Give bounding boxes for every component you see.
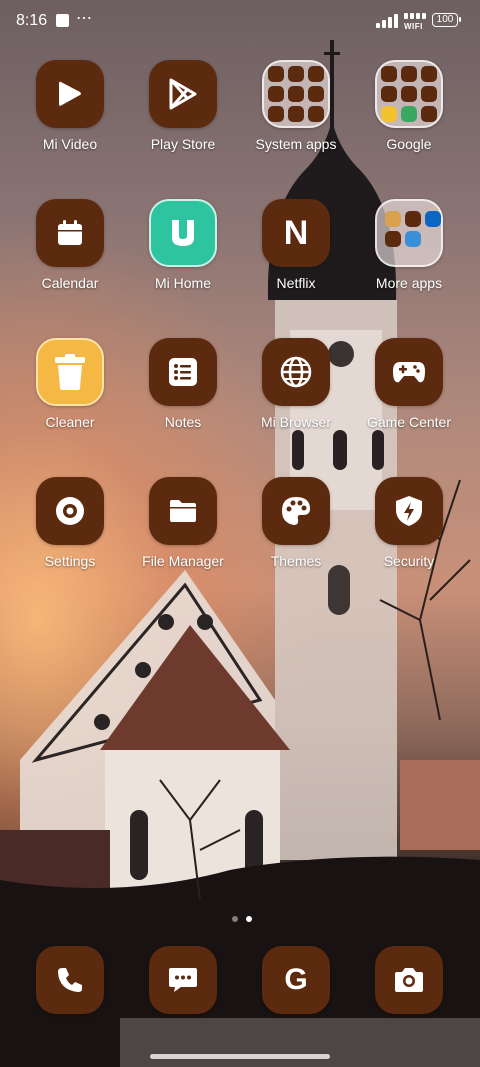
app-label: Mi Browser (260, 414, 331, 430)
folder-system-apps[interactable]: System apps (240, 60, 352, 152)
app-label: Netflix (276, 275, 316, 291)
page-indicator (228, 909, 256, 927)
google-glyph: G (284, 963, 308, 996)
gmail-mini-icon (401, 66, 417, 82)
app-label: Settings (44, 553, 96, 569)
music-mini-icon (421, 86, 437, 102)
app-notes[interactable]: Notes (127, 338, 239, 430)
app-settings[interactable]: Settings (14, 477, 126, 569)
app-security[interactable]: Security (353, 477, 465, 569)
folder-icon-more-apps (375, 199, 443, 267)
app-label: Mi Home (154, 275, 211, 291)
battery-icon: 100 (432, 13, 461, 27)
play-store-icon (149, 60, 217, 128)
app-netflix[interactable]: N Netflix (240, 199, 352, 291)
scanner-mini-icon (288, 86, 304, 102)
wallet-mini-icon (405, 231, 421, 247)
photos-mini-icon (381, 106, 397, 122)
sandwich-mini-icon (385, 211, 401, 227)
clock-mini-icon (288, 66, 304, 82)
assistant-mini-icon (421, 106, 437, 122)
dock-messages[interactable] (127, 946, 239, 1014)
linkedin-mini-icon (425, 211, 441, 227)
whatsapp-mini-icon (288, 106, 304, 122)
gamepad-icon (375, 338, 443, 406)
app-mi-browser[interactable]: Mi Browser (240, 338, 352, 430)
maps-mini-icon (421, 66, 437, 82)
chrome-mini-icon (381, 66, 397, 82)
app-label: Cleaner (45, 414, 95, 430)
gallery-mini-icon (268, 86, 284, 102)
wifi-icon: WIFI (404, 12, 428, 31)
tower-silhouette (267, 40, 397, 860)
app-label: Mi Video (42, 136, 98, 152)
youtube-mini-icon (381, 86, 397, 102)
gear-icon (36, 477, 104, 545)
folder-icon-google (375, 60, 443, 128)
church-silhouette (0, 570, 480, 900)
mi-home-icon (149, 199, 217, 267)
drive-mini-icon (401, 86, 417, 102)
meet-mini-icon (401, 106, 417, 122)
globe-icon (262, 338, 330, 406)
status-bar: 8:16 ⋯ WIFI 100 (0, 0, 480, 44)
app-mi-home[interactable]: Mi Home (127, 199, 239, 291)
wifi-label: WIFI (404, 22, 423, 31)
app-label: Calendar (41, 275, 99, 291)
app-calendar[interactable]: Calendar (14, 199, 126, 291)
palette-icon (262, 477, 330, 545)
netflix-n-icon: N (262, 199, 330, 267)
dock-phone[interactable] (14, 946, 126, 1014)
shield-bolt-icon (375, 477, 443, 545)
page-dot-active (246, 916, 252, 922)
trash-bin-icon (36, 338, 104, 406)
calculator-mini-icon (308, 66, 324, 82)
app-play-store[interactable]: Play Store (127, 60, 239, 152)
play-triangle-icon (36, 60, 104, 128)
app-label: Game Center (366, 414, 452, 430)
app-cleaner[interactable]: Cleaner (14, 338, 126, 430)
download-mini-icon (308, 86, 324, 102)
notes-list-icon (149, 338, 217, 406)
dock-google[interactable]: G (240, 946, 352, 1014)
phone-icon (36, 946, 104, 1014)
bulb-mini-icon (308, 106, 324, 122)
app-label: Play Store (150, 136, 216, 152)
folder-icon (149, 477, 217, 545)
folder-google[interactable]: Google (353, 60, 465, 152)
page-dot (232, 916, 238, 922)
app-label: Security (383, 553, 435, 569)
app-label: Google (386, 136, 432, 152)
app-mi-video[interactable]: Mi Video (14, 60, 126, 152)
calendar-icon (36, 199, 104, 267)
dock-camera[interactable] (353, 946, 465, 1014)
home-indicator[interactable] (150, 1054, 330, 1059)
app-label: More apps (375, 275, 443, 291)
spotify-mini-icon (385, 231, 401, 247)
app-label: File Manager (142, 553, 224, 569)
app-game-center[interactable]: Game Center (353, 338, 465, 430)
app-label: Themes (270, 553, 322, 569)
netflix-glyph: N (283, 213, 309, 252)
app-label: System apps (255, 136, 337, 152)
more-notifications-icon: ⋯ (76, 10, 93, 27)
contacts-mini-icon (268, 66, 284, 82)
compass-mini-icon (268, 106, 284, 122)
app-file-manager[interactable]: File Manager (127, 477, 239, 569)
app-label: Notes (164, 414, 202, 430)
folder-icon-system-apps (262, 60, 330, 128)
camera-icon (375, 946, 443, 1014)
status-time: 8:16 (16, 12, 48, 29)
app-themes[interactable]: Themes (240, 477, 352, 569)
folder-more-apps[interactable]: More apps (353, 199, 465, 291)
signal-icon (376, 14, 398, 28)
google-g-icon: G (262, 946, 330, 1014)
chat-bubble-icon (149, 946, 217, 1014)
facebook-mini-icon (405, 211, 421, 227)
notification-square-icon (56, 14, 69, 27)
